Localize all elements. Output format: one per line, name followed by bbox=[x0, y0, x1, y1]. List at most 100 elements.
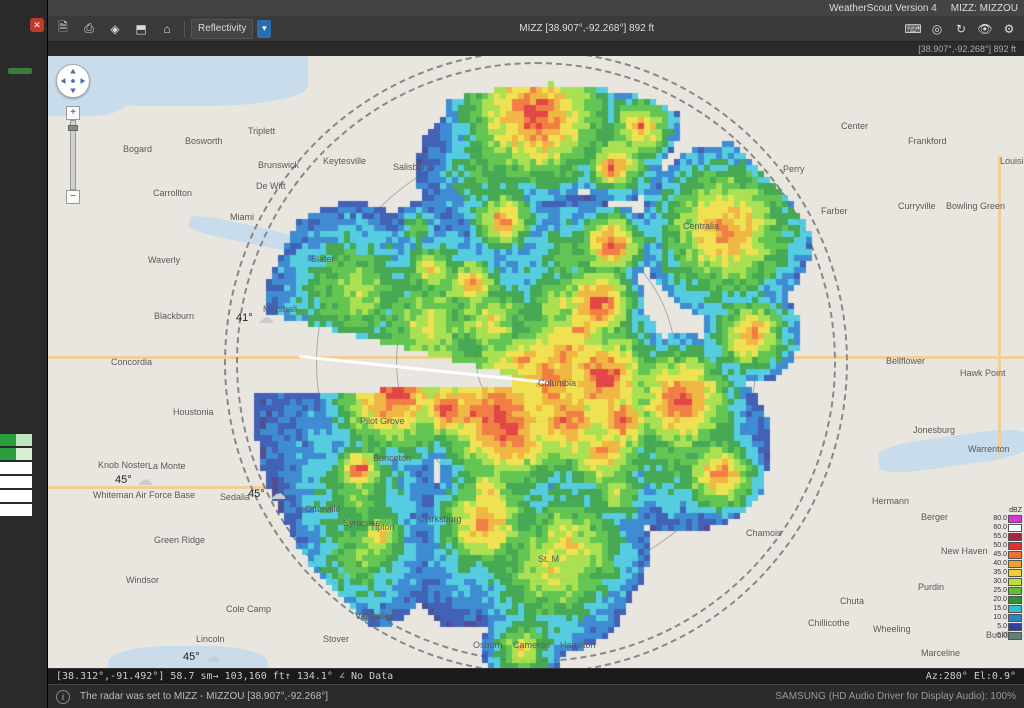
legend-row: 80.0 bbox=[984, 514, 1022, 523]
legend-row: 20.0 bbox=[984, 595, 1022, 604]
dbz-legend: dBZ 80.060.055.050.045.040.035.030.025.0… bbox=[984, 507, 1022, 640]
pan-control[interactable] bbox=[56, 64, 90, 98]
city-label: Hermann bbox=[872, 496, 909, 506]
city-label: Triplett bbox=[248, 126, 275, 136]
city-label: New Haven bbox=[941, 546, 988, 556]
city-label: Stover bbox=[323, 634, 349, 644]
city-label: Frankford bbox=[908, 136, 947, 146]
city-label: St. M bbox=[538, 554, 559, 564]
city-label: Curryville bbox=[898, 201, 936, 211]
city-label: Perry bbox=[783, 164, 805, 174]
city-label: Bellflower bbox=[886, 356, 925, 366]
zoom-out-button[interactable]: − bbox=[66, 190, 80, 204]
city-label: Waverly bbox=[148, 255, 180, 265]
refresh-icon[interactable]: ↻ bbox=[950, 19, 972, 39]
info-icon[interactable]: i bbox=[56, 690, 70, 704]
city-label: Sedalia bbox=[220, 492, 250, 502]
city-label: Brunswick bbox=[258, 160, 299, 170]
app-title: WeatherScout Version 4 bbox=[829, 3, 937, 14]
legend-row: 30.0 bbox=[984, 577, 1022, 586]
footer-message: The radar was set to MIZZ - MIZZOU [38.9… bbox=[80, 691, 328, 702]
target-icon[interactable]: ◎ bbox=[926, 19, 948, 39]
info-strip: [38.907°,-92.268°] 892 ft bbox=[48, 42, 1024, 56]
city-label: Warrenton bbox=[968, 444, 1010, 454]
zoom-in-button[interactable]: + bbox=[66, 106, 80, 120]
city-label: Salisbury bbox=[393, 162, 430, 172]
toolbar-center-label: MIZZ [38.907°,-92.268°] 892 ft bbox=[275, 23, 898, 34]
swatch-list bbox=[0, 434, 32, 518]
city-label: Pilot Grove bbox=[360, 416, 405, 426]
city-label: Bunceton bbox=[373, 453, 411, 463]
legend-row: 55.0 bbox=[984, 532, 1022, 541]
weather-icon: ☁ bbox=[270, 484, 286, 504]
city-label: Miami bbox=[230, 212, 254, 222]
swatch[interactable] bbox=[0, 490, 32, 502]
legend-row: 5.0 bbox=[984, 622, 1022, 631]
city-label: Otterville bbox=[305, 504, 341, 514]
layers-icon[interactable]: ◈ bbox=[104, 19, 126, 39]
swatch[interactable] bbox=[0, 434, 32, 446]
legend-row: -5.0 bbox=[984, 631, 1022, 640]
city-label: Chillicothe bbox=[808, 618, 850, 628]
city-label: Chamois bbox=[746, 528, 782, 538]
weather-icon: ☁ bbox=[137, 470, 153, 490]
legend-row: 40.0 bbox=[984, 559, 1022, 568]
drop-icon[interactable]: ⬒ bbox=[130, 19, 152, 39]
status-left: [38.312°,-91.492°] 58.7 sm→ 103,160 ft↑ … bbox=[56, 671, 393, 682]
status-right: Az:280° El:0.9° bbox=[926, 671, 1016, 682]
city-label: Columbia bbox=[538, 378, 576, 388]
city-label: Slater bbox=[311, 254, 335, 264]
city-label: Hawk Point bbox=[960, 368, 1006, 378]
map-view[interactable]: TriplettBosworthBrunswickKeytesvilleSali… bbox=[48, 56, 1024, 668]
city-label: Wheeling bbox=[873, 624, 911, 634]
swatch[interactable] bbox=[0, 504, 32, 516]
legend-row: 60.0 bbox=[984, 523, 1022, 532]
temp-label: 45° bbox=[115, 474, 132, 486]
city-label: Keytesville bbox=[323, 156, 366, 166]
city-label: Concordia bbox=[111, 357, 152, 367]
eye-icon[interactable]: 👁 bbox=[974, 19, 996, 39]
weather-icon: ☁ bbox=[258, 308, 274, 328]
city-label: Carrollton bbox=[153, 188, 192, 198]
toolbar: 🗎 ⎙ ◈ ⬒ ⌂ Reflectivity ▾ MIZZ [38.907°,-… bbox=[48, 16, 1024, 42]
product-caret-icon[interactable]: ▾ bbox=[257, 20, 271, 38]
city-label: Hamilton bbox=[560, 640, 596, 650]
swatch[interactable] bbox=[0, 462, 32, 474]
city-label: Bogard bbox=[123, 144, 152, 154]
weather-icon: ☁ bbox=[205, 647, 221, 667]
city-label: Marceline bbox=[921, 648, 960, 658]
city-label: Bowling Green bbox=[946, 201, 1005, 211]
status-bar: [38.312°,-91.492°] 58.7 sm→ 103,160 ft↑ … bbox=[48, 668, 1024, 684]
close-icon[interactable]: ✕ bbox=[30, 18, 44, 32]
keyboard-icon[interactable]: ⌨ bbox=[902, 19, 924, 39]
city-label: Cameron bbox=[513, 640, 550, 650]
temp-label: 41° bbox=[236, 312, 253, 324]
home-icon[interactable]: ⌂ bbox=[156, 19, 178, 39]
swatch[interactable] bbox=[0, 476, 32, 488]
city-label: Farber bbox=[821, 206, 848, 216]
temp-label: 45° bbox=[183, 651, 200, 663]
save-icon[interactable]: 🗎 bbox=[52, 19, 74, 39]
city-label: Purdin bbox=[918, 582, 944, 592]
product-label: Reflectivity bbox=[198, 23, 246, 34]
city-label: La Monte bbox=[148, 461, 186, 471]
city-label: Jonesburg bbox=[913, 425, 955, 435]
print-icon[interactable]: ⎙ bbox=[78, 19, 100, 39]
product-selector[interactable]: Reflectivity bbox=[191, 19, 253, 39]
swatch[interactable] bbox=[0, 448, 32, 460]
legend-row: 25.0 bbox=[984, 586, 1022, 595]
zoom-control[interactable]: + − bbox=[66, 106, 80, 204]
city-label: Lincoln bbox=[196, 634, 225, 644]
city-label: Whiteman Air Force Base bbox=[93, 490, 195, 500]
zoom-slider[interactable] bbox=[70, 120, 76, 190]
settings-icon[interactable]: ⚙ bbox=[998, 19, 1020, 39]
site-code: MIZZ: MIZZOU bbox=[951, 3, 1018, 14]
city-label: Center bbox=[841, 121, 868, 131]
footer-bar: i The radar was set to MIZZ - MIZZOU [38… bbox=[48, 684, 1024, 708]
city-label: Chuta bbox=[840, 596, 864, 606]
city-label: Houstonia bbox=[173, 407, 214, 417]
title-bar: WeatherScout Version 4 MIZZ: MIZZOU bbox=[48, 0, 1024, 16]
legend-row: 15.0 bbox=[984, 604, 1022, 613]
city-label: Tipton bbox=[370, 522, 395, 532]
city-label: Versailles bbox=[355, 611, 394, 621]
